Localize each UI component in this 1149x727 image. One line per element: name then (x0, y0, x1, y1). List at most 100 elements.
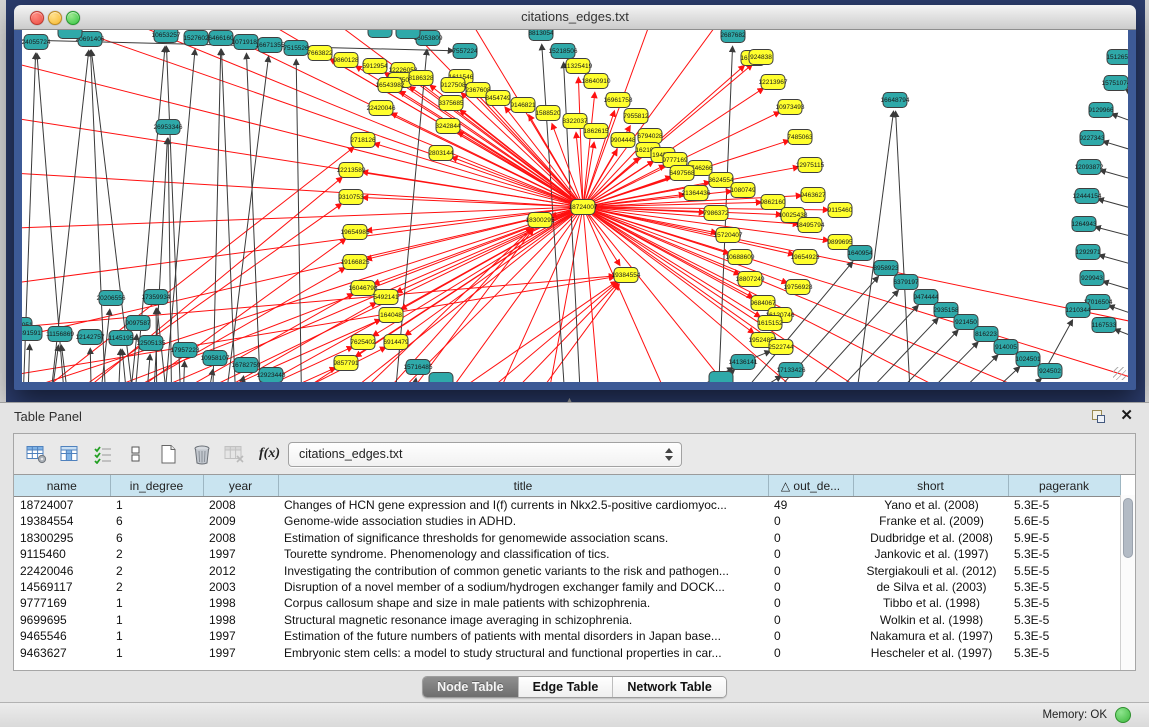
graph-node[interactable]: 11156869 (46, 327, 74, 342)
graph-node[interactable]: 3624554 (708, 173, 734, 188)
graph-edge[interactable] (90, 349, 92, 382)
graph-edge[interactable] (22, 207, 583, 290)
graph-edge[interactable] (583, 207, 620, 265)
graph-node[interactable]: 8186328 (408, 71, 434, 86)
graph-node[interactable]: 7663822 (307, 46, 333, 61)
resize-grip-icon[interactable] (1113, 367, 1126, 380)
graph-node[interactable]: 15751074 (1102, 76, 1128, 91)
graph-node[interactable]: 8813054 (528, 30, 554, 41)
table-row[interactable]: 969969511998Structural magnetic resonanc… (14, 612, 1120, 628)
network-view-window[interactable]: citations_edges.txt 18724007183002951938… (14, 5, 1136, 390)
column-header-5[interactable]: short (853, 475, 1008, 497)
graph-node[interactable]: 391591 (22, 326, 42, 341)
graph-edge[interactable] (1112, 114, 1128, 125)
graph-edge[interactable] (1101, 170, 1128, 182)
graph-node[interactable]: 26953346 (154, 120, 183, 135)
graph-edge[interactable] (27, 345, 30, 382)
graph-node[interactable]: 12923448 (257, 368, 286, 383)
graph-node[interactable]: 7986372 (703, 206, 729, 221)
graph-node[interactable]: 924502 (1038, 364, 1062, 379)
graph-edge[interactable] (1109, 306, 1128, 317)
graph-node[interactable]: 14136141 (729, 355, 758, 370)
graph-node[interactable]: 24055724 (22, 35, 51, 50)
graph-node[interactable] (429, 373, 453, 383)
graph-edge[interactable] (1115, 329, 1128, 340)
graph-node[interactable]: 22420046 (367, 101, 396, 116)
node-table[interactable]: namein_degreeyeartitle△ out_de...shortpa… (14, 475, 1121, 661)
trash-icon[interactable] (189, 441, 215, 467)
graph-node[interactable]: 7955812 (623, 109, 649, 124)
graph-node[interactable]: 19384554 (612, 268, 641, 283)
graph-node[interactable]: 18724007 (569, 200, 598, 215)
network-canvas[interactable]: 1872400718300295193845547663822986012859… (22, 30, 1128, 382)
graph-node[interactable]: 9904448 (610, 133, 636, 148)
graph-node[interactable]: 19166825 (341, 255, 370, 270)
graph-edge[interactable] (832, 319, 938, 382)
column-checklist-icon[interactable] (90, 441, 116, 467)
graph-node[interactable]: 2935158 (933, 303, 959, 318)
graph-node[interactable]: 10653257 (152, 30, 181, 43)
graph-edge[interactable] (144, 355, 150, 382)
graph-edge[interactable] (22, 207, 583, 350)
graph-edge[interactable] (482, 207, 583, 382)
graph-edge[interactable] (922, 355, 997, 382)
graph-node[interactable]: 9097587 (125, 316, 151, 331)
graph-edge[interactable] (694, 376, 781, 382)
graph-node[interactable]: 19654923 (791, 250, 820, 265)
graph-node[interactable]: 1615152 (757, 316, 783, 331)
graph-node[interactable]: 20206556 (97, 291, 126, 306)
table-row[interactable]: 911546021997Tourette syndrome. Phenomeno… (14, 546, 1120, 562)
table-row[interactable]: 946362711997Embryonic stem cells: a mode… (14, 645, 1120, 661)
float-panel-icon[interactable] (1092, 410, 1105, 423)
table-column-icon[interactable] (57, 441, 83, 467)
graph-node[interactable]: 10973493 (776, 100, 805, 115)
table-row[interactable]: 1456911722003Disruption of a novel membe… (14, 579, 1120, 595)
column-header-4[interactable]: △ out_de... (768, 475, 853, 497)
graph-node[interactable] (396, 30, 420, 39)
graph-node[interactable]: 12444154 (1073, 189, 1102, 204)
table-row[interactable]: 1872400712008Changes of HCN gene express… (14, 497, 1120, 514)
graph-edge[interactable] (117, 350, 120, 382)
graph-node[interactable]: 9860128 (333, 53, 359, 68)
graph-node[interactable]: 1862615 (583, 124, 609, 139)
graph-edge[interactable] (896, 112, 912, 382)
column-header-1[interactable]: in_degree (110, 475, 203, 497)
graph-node[interactable]: 1145195 (109, 331, 134, 346)
graph-node[interactable]: 2687682 (720, 30, 746, 43)
row-height-icon[interactable] (123, 441, 149, 467)
graph-node[interactable]: 7515526 (283, 41, 309, 56)
graph-node[interactable]: 19756928 (784, 280, 813, 295)
graph-node[interactable]: 18300295 (526, 213, 555, 228)
graph-node[interactable]: 16648794 (881, 93, 910, 108)
graph-node[interactable]: 7557224 (452, 44, 478, 59)
graph-node[interactable]: 18640910 (582, 74, 611, 89)
graph-node[interactable]: 1167533 (1092, 318, 1117, 333)
graph-node[interactable]: 1292971 (1075, 245, 1101, 260)
graph-node[interactable]: 12505135 (137, 336, 166, 351)
graph-node[interactable]: 15716485 (404, 360, 433, 375)
graph-node[interactable]: 3242844 (435, 119, 461, 134)
graph-node[interactable]: 10958107 (201, 351, 230, 366)
graph-edge[interactable] (1126, 90, 1128, 100)
graph-node[interactable]: 1210344 (1065, 303, 1091, 318)
graph-node[interactable] (709, 372, 733, 383)
table-row[interactable]: 2242004622012Investigating the contribut… (14, 563, 1120, 579)
graph-node[interactable]: 9474444 (913, 290, 939, 305)
graph-node[interactable]: 12142757 (76, 330, 105, 345)
graph-node[interactable]: 2718126 (350, 133, 376, 148)
graph-node[interactable]: 16671355 (256, 38, 285, 53)
graph-node[interactable]: 21364436 (682, 186, 711, 201)
graph-node[interactable]: 3375685 (438, 96, 464, 111)
table-row[interactable]: 946554611997Estimation of the future num… (14, 628, 1120, 644)
graph-edge[interactable] (1099, 199, 1128, 211)
graph-node[interactable]: 12213967 (759, 75, 788, 90)
graph-node[interactable]: 6466160 (208, 31, 234, 46)
graph-node[interactable]: 7485063 (787, 130, 813, 145)
graph-node[interactable]: 8454749 (485, 91, 511, 106)
table-row[interactable]: 1830029562008Estimation of significance … (14, 530, 1120, 546)
graph-edge[interactable] (1103, 281, 1128, 293)
graph-node[interactable]: 18495794 (796, 218, 825, 233)
table-settings-icon[interactable] (24, 441, 50, 467)
graph-node[interactable]: 9129966 (1088, 103, 1114, 118)
graph-node[interactable]: 6379197 (893, 275, 919, 290)
